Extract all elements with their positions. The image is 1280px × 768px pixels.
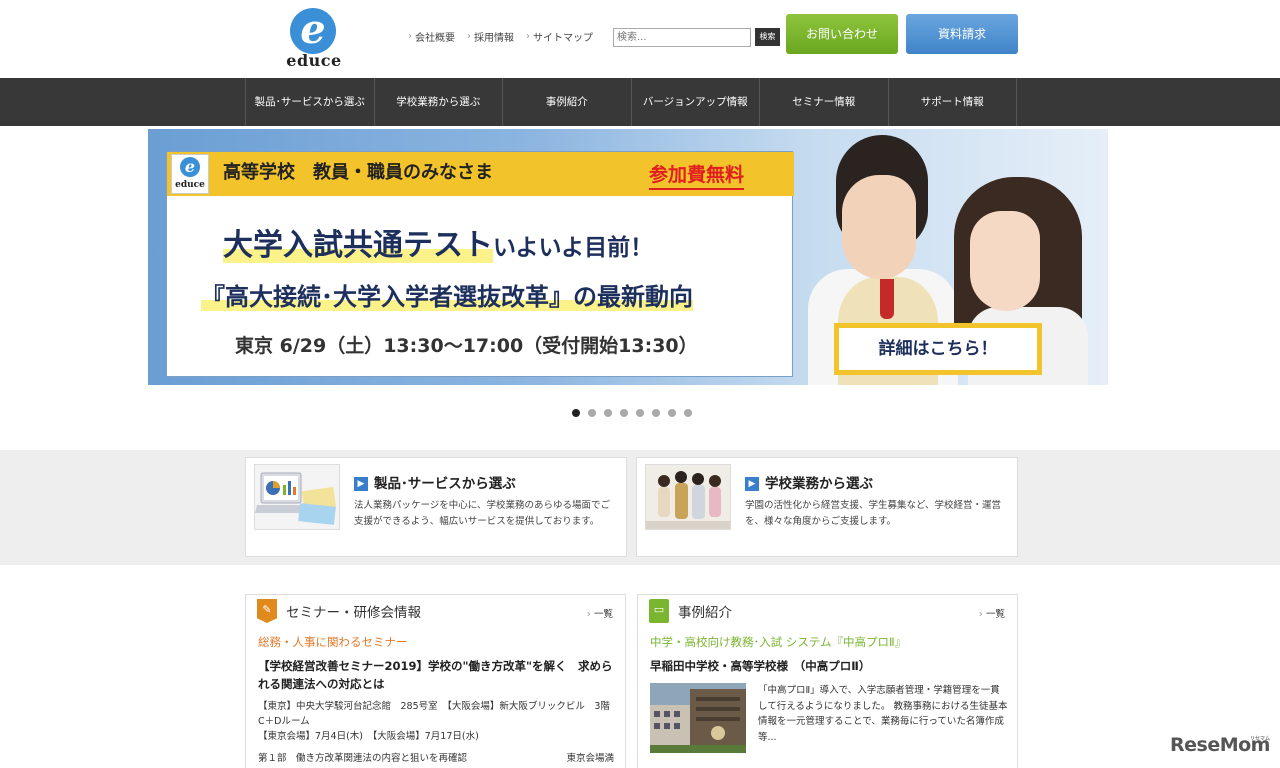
students-photo [645, 464, 731, 530]
arrow-right-icon: ▶ [745, 477, 759, 491]
banner-headline: 大学入試共通テストいよいよ目前！ [223, 228, 654, 263]
panel-header: ▭ 事例紹介 › 一覧 [638, 595, 1017, 631]
banner-logo-mark: e [180, 157, 200, 177]
link-recruit[interactable]: › 採用情報 [467, 29, 514, 44]
link-sitemap[interactable]: › サイトマップ [526, 29, 593, 44]
contact-button[interactable]: お問い合わせ [786, 14, 898, 54]
slider-dot[interactable] [588, 409, 596, 417]
slider-dot[interactable] [636, 409, 644, 417]
banner-subheadline: 『高大接続･大学入学者選抜改革』の最新動向 [201, 283, 693, 311]
seminar-category[interactable]: 総務・人事に関わるセミナー [258, 633, 408, 651]
logo-wordmark: educe [286, 51, 342, 70]
arrow-right-icon: ▶ [354, 477, 368, 491]
caret-right-icon: › [526, 31, 530, 42]
logo-mark: e [290, 8, 336, 54]
nav-school-work[interactable]: 学校業務から選ぶ [375, 78, 503, 126]
category-title[interactable]: ▶ 学校業務から選ぶ [745, 474, 873, 494]
banner-audience: 高等学校 教員・職員のみなさま [223, 162, 493, 183]
nav-cases[interactable]: 事例紹介 [503, 78, 632, 126]
seminar-extra: 第１部 働き方改革関連法の内容と狙いを再確認 東京会場満 [258, 753, 614, 764]
banner-logo: e educe [171, 154, 209, 194]
link-company[interactable]: › 会社概要 [408, 29, 455, 44]
panel-title: 事例紹介 [678, 605, 732, 621]
cases-headline[interactable]: 早稲田中学校・高等学校様 （中高プロⅡ） [650, 657, 1006, 675]
request-docs-button[interactable]: 資料請求 [906, 14, 1018, 54]
utility-links: › 会社概要 › 採用情報 › サイトマップ [408, 29, 593, 44]
slider-dot[interactable] [604, 409, 612, 417]
category-desc: 学園の活性化から経営支援、学生募集など、学校経営・運営を、様々な角度からご支援し… [745, 500, 1002, 527]
search-button[interactable]: 検索 [755, 28, 780, 46]
slider-dot[interactable] [668, 409, 676, 417]
nav-support[interactable]: サポート情報 [889, 78, 1017, 126]
category-card-products[interactable]: ▶ 製品･サービスから選ぶ 法人業務パッケージを中心に、学校業務のあらゆる場面でご… [245, 457, 627, 557]
panel-header: ✎ セミナー・研修会情報 › 一覧 [246, 595, 625, 631]
resemom-watermark: ReseMom リセマム [1170, 734, 1270, 756]
monitor-icon: ▭ [649, 599, 669, 623]
banner-free-label: 参加費無料 [649, 162, 745, 190]
caret-right-icon: › [978, 609, 986, 620]
banner-date: 東京 6/29（土）13:30～17:00（受付開始13:30） [235, 335, 698, 357]
banner-logo-word: educe [175, 180, 205, 190]
seminar-venue: 【東京】中央大学駿河台記念館 285号室 【大阪会場】新大阪ブリックビル 3階 … [258, 701, 620, 742]
pen-icon: ✎ [257, 599, 277, 623]
hero-banner[interactable]: e educe 高等学校 教員・職員のみなさま 参加費無料 大学入試共通テストい… [148, 129, 1108, 385]
slider-dot[interactable] [652, 409, 660, 417]
category-card-school-work[interactable]: ▶ 学校業務から選ぶ 学園の活性化から経営支援、学生募集など、学校経営・運営を、様… [636, 457, 1018, 557]
nav-version-up[interactable]: バージョンアップ情報 [632, 78, 760, 126]
slider-dot[interactable] [684, 409, 692, 417]
nav-seminar[interactable]: セミナー情報 [760, 78, 889, 126]
site-header: e educe ›会社概要 ›採用情報 ›サイトマップ 検索 お問い合わせ 資料… [0, 0, 1280, 78]
nav-products[interactable]: 製品･サービスから選ぶ [246, 78, 375, 126]
slider-dots [572, 409, 692, 417]
cases-desc: 「中高プロⅡ」導入で、入学志願者管理・学籍管理を一貫して行えるようになりました。… [758, 685, 1008, 743]
student-male-tie [880, 279, 894, 319]
school-building-photo[interactable] [650, 683, 746, 753]
seminar-more-link[interactable]: › 一覧 [587, 606, 613, 620]
search-input[interactable] [613, 28, 751, 47]
caret-right-icon: › [586, 609, 594, 620]
cases-panel: ▭ 事例紹介 › 一覧 中学・高校向け教務･入試 システム『中高プロⅡ』 早稲田… [637, 594, 1018, 768]
student-female-face [970, 211, 1040, 311]
slider-dot[interactable] [572, 409, 580, 417]
panel-title: セミナー・研修会情報 [286, 605, 421, 621]
seminar-panel: ✎ セミナー・研修会情報 › 一覧 総務・人事に関わるセミナー 【学校経営改善セ… [245, 594, 626, 768]
caret-right-icon: › [408, 31, 412, 42]
banner-detail-button[interactable]: 詳細はこちら！ [834, 323, 1042, 375]
educe-logo[interactable]: e educe [286, 8, 342, 70]
student-male-face [842, 175, 916, 279]
banner-card: e educe 高等学校 教員・職員のみなさま 参加費無料 大学入試共通テストい… [166, 151, 794, 377]
category-title[interactable]: ▶ 製品･サービスから選ぶ [354, 474, 516, 494]
category-band: ▶ 製品･サービスから選ぶ 法人業務パッケージを中心に、学校業務のあらゆる場面でご… [0, 450, 1280, 565]
caret-right-icon: › [467, 31, 471, 42]
cases-category[interactable]: 中学・高校向け教務･入試 システム『中高プロⅡ』 [650, 633, 906, 651]
category-desc: 法人業務パッケージを中心に、学校業務のあらゆる場面でご支援ができるよう、幅広いサ… [354, 500, 611, 527]
cases-more-link[interactable]: › 一覧 [979, 606, 1005, 620]
laptop-image [254, 464, 340, 530]
global-nav: 製品･サービスから選ぶ 学校業務から選ぶ 事例紹介 バージョンアップ情報 セミナ… [0, 78, 1280, 126]
slider-dot[interactable] [620, 409, 628, 417]
seminar-headline[interactable]: 【学校経営改善セミナー2019】学校の"働き方改革"を解く 求められる関連法への… [258, 657, 614, 693]
